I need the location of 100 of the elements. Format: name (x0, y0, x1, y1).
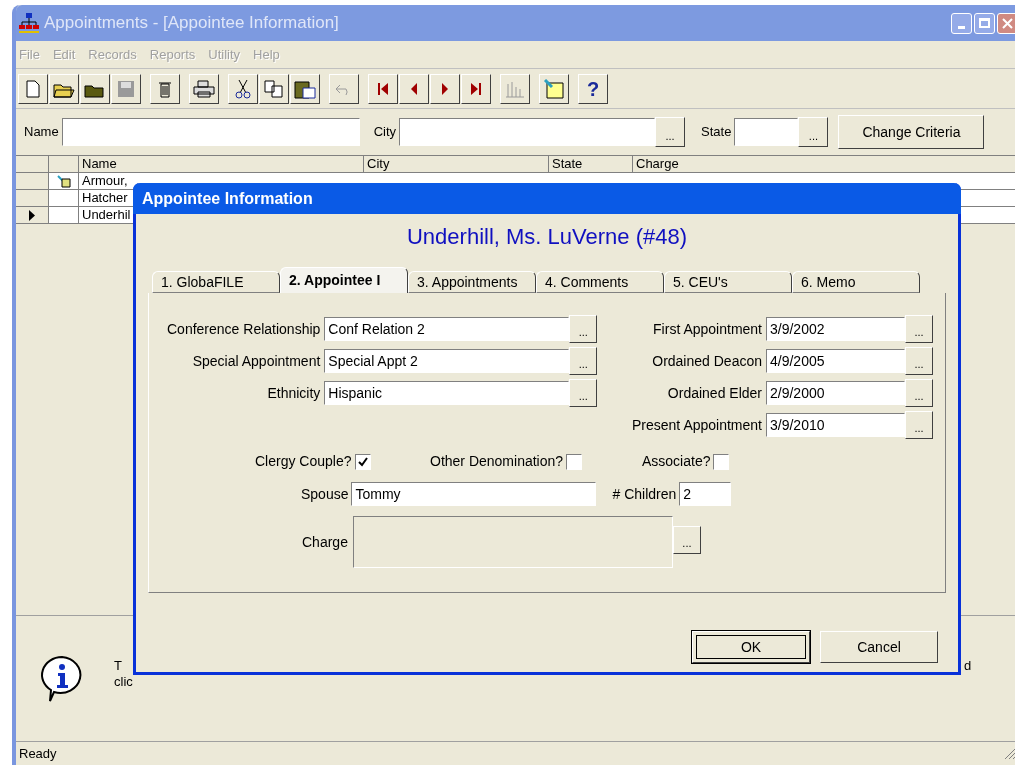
next-record-icon (441, 81, 449, 96)
field-label: Special Appointment (191, 351, 322, 371)
browse-button[interactable]: ... (672, 526, 701, 554)
toolbar-button[interactable]: ? (578, 73, 608, 104)
toolbar-button[interactable] (228, 73, 258, 104)
browse-button[interactable]: ... (905, 315, 933, 343)
field-label: Ordained Deacon (651, 351, 763, 371)
change-criteria-button[interactable]: Change Criteria (838, 115, 985, 149)
minimize-button[interactable] (951, 12, 972, 34)
field-label: State (701, 123, 732, 142)
record-heading: Underhill, Ms. LuVerne (#48) (407, 223, 687, 251)
column-header[interactable]: Name (79, 156, 364, 172)
checkbox-label: Clergy Couple? (255, 452, 353, 471)
toolbar-button[interactable] (368, 73, 398, 104)
field-label: # Children (612, 484, 678, 504)
text-field[interactable]: Hispanic (324, 381, 570, 405)
field-label: Name (24, 123, 59, 142)
tab[interactable]: 3. Appointments (408, 271, 536, 293)
close-icon (1002, 17, 1013, 29)
toolbar-button[interactable] (18, 73, 48, 104)
column-header[interactable]: City (364, 156, 549, 172)
info-text: d (964, 658, 972, 674)
field-label: Spouse (301, 484, 350, 504)
tab[interactable]: 4. Comments (536, 271, 664, 293)
tab[interactable]: 1. GlobaFILE (152, 271, 280, 293)
browse-button[interactable]: ... (798, 117, 829, 147)
previous-record-icon (410, 81, 418, 96)
toolbar-button[interactable] (189, 73, 219, 104)
trash-can-icon (157, 79, 173, 98)
info-text: T clic (114, 658, 133, 690)
toolbar-button[interactable] (290, 73, 320, 104)
tab[interactable]: 2. Appointee I (280, 267, 408, 293)
note-pin-icon (543, 78, 565, 99)
toolbar-button[interactable] (399, 73, 429, 104)
dialog-title: Appointee Information (142, 188, 313, 209)
name-field[interactable] (61, 118, 360, 146)
pin-icon (56, 174, 71, 188)
new-page-icon (25, 79, 41, 98)
field-label: First Appointment (652, 319, 763, 339)
tab[interactable]: 5. CEU's (664, 271, 792, 293)
close-button[interactable] (997, 12, 1015, 34)
field-label: Charge (302, 533, 349, 552)
table-cell-text: Underhil (81, 207, 132, 223)
browse-button[interactable]: ... (655, 117, 686, 147)
dialog-button[interactable]: OK (692, 631, 810, 663)
date-field[interactable]: 2/9/2000 (766, 381, 905, 405)
checkbox-label: Other Denomination? (430, 452, 565, 471)
text-field[interactable]: Special Appt 2 (324, 349, 570, 373)
field-label: Present Appointment (632, 415, 763, 435)
toolbar-button[interactable] (49, 73, 79, 104)
browse-button[interactable]: ... (569, 379, 598, 407)
first-record-icon (377, 81, 389, 96)
city-field[interactable] (399, 118, 656, 146)
printer-icon (193, 79, 215, 98)
current-row-marker-icon (28, 209, 36, 221)
column-header[interactable]: Charge (633, 156, 1015, 172)
scissors-icon (235, 78, 251, 99)
window-title: Appointments - [Appointee Information] (44, 12, 339, 35)
maximize-button[interactable] (974, 12, 995, 34)
checkbox[interactable] (566, 453, 583, 470)
copy-icon (264, 79, 284, 98)
column-header[interactable]: State (549, 156, 633, 172)
browse-button[interactable]: ... (905, 347, 933, 375)
toolbar-button[interactable] (539, 73, 569, 104)
state-field[interactable] (734, 118, 799, 146)
resize-grip-icon (1004, 747, 1015, 760)
text-field[interactable]: Conf Relation 2 (324, 317, 570, 341)
dialog-button[interactable]: Cancel (820, 631, 938, 663)
browse-button[interactable]: ... (905, 379, 933, 407)
children-field[interactable]: 2 (679, 482, 732, 506)
checkbox[interactable] (354, 453, 371, 470)
status-text: Ready (19, 744, 57, 763)
bar-chart-icon (505, 79, 525, 98)
field-label: Ordained Elder (666, 383, 763, 403)
browse-button[interactable]: ... (905, 411, 933, 439)
date-field[interactable]: 4/9/2005 (766, 349, 905, 373)
browse-button[interactable]: ... (569, 315, 598, 343)
table-cell-text: Armour, (81, 173, 129, 189)
browse-button[interactable]: ... (569, 347, 598, 375)
row-header[interactable] (16, 207, 49, 223)
tab[interactable]: 6. Memo (792, 271, 920, 293)
field-label: City (373, 123, 397, 142)
toolbar-button[interactable] (80, 73, 110, 104)
date-field[interactable]: 3/9/2010 (766, 413, 905, 437)
toolbar-button[interactable] (461, 73, 491, 104)
field-label: Conference Relationship (167, 319, 322, 339)
toolbar-button[interactable] (430, 73, 460, 104)
toolbar-button[interactable] (150, 73, 180, 104)
checkbox[interactable] (713, 453, 730, 470)
clipboard-icon (294, 78, 316, 99)
spouse-field[interactable]: Tommy (351, 482, 597, 506)
toolbar-button[interactable] (259, 73, 289, 104)
checkmark-icon (357, 456, 368, 467)
field-label: Ethnicity (266, 383, 322, 403)
checkbox-label: Associate? (642, 452, 712, 471)
charge-field[interactable] (352, 516, 673, 568)
date-field[interactable]: 3/9/2002 (766, 317, 905, 341)
table-cell-text: Hatcher (81, 190, 129, 206)
org-chart-icon (18, 12, 40, 34)
last-record-icon (470, 81, 482, 96)
